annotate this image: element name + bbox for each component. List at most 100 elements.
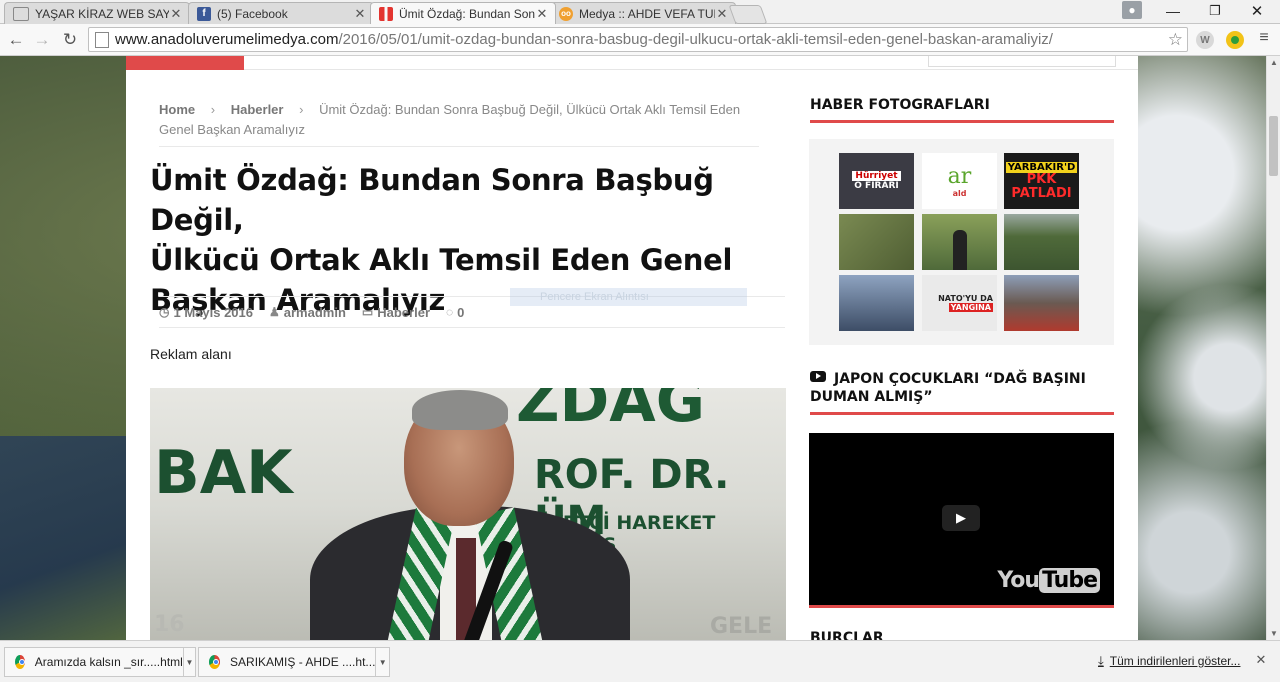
chrome-icon bbox=[15, 655, 25, 669]
thumb-caption: ar bbox=[947, 164, 972, 189]
close-shelf-icon[interactable]: ✕ bbox=[1254, 652, 1268, 668]
gallery-thumb[interactable]: Hürriyet O FİRARİ bbox=[839, 153, 914, 209]
tab-medya[interactable]: oo Medya :: AHDE VEFA TUR ✕ bbox=[550, 2, 736, 24]
youtube-logo-you: You bbox=[997, 568, 1040, 593]
menu-accent-strip bbox=[126, 56, 244, 70]
thumb-caption: PKK PATLADI bbox=[1011, 171, 1072, 201]
person-hair bbox=[412, 390, 508, 430]
banner-text: BAK bbox=[154, 438, 293, 508]
snip-overlay-text: Pencere Ekran Alıntısı bbox=[540, 291, 649, 303]
tab-yasar-kiraz[interactable]: YAŞAR KİRAZ WEB SAYFAS ✕ bbox=[4, 2, 190, 24]
banner-text: 16 bbox=[154, 612, 185, 637]
thumb-caption: YANGINA bbox=[948, 303, 993, 312]
address-bar[interactable]: www.anadoluverumelimedya.com/2016/05/01/… bbox=[88, 27, 1188, 52]
tab-title: Ümit Özdağ: Bundan Sonr bbox=[399, 6, 535, 21]
user-icon: ♟ bbox=[269, 305, 280, 319]
browser-toolbar: ← → ↻ www.anadoluverumelimedya.com/2016/… bbox=[0, 24, 1280, 56]
scroll-down-arrow-icon[interactable]: ▼ bbox=[1267, 629, 1280, 638]
banner-text: GELE bbox=[710, 614, 773, 639]
download-item[interactable]: Aramızda kalsın _sır.....html ▼ bbox=[4, 647, 196, 677]
background-satellite-left bbox=[0, 436, 126, 640]
youtube-icon bbox=[810, 371, 826, 382]
forward-arrow-icon[interactable]: → bbox=[30, 28, 54, 52]
thumb-caption: YARBAKIR'D bbox=[1005, 161, 1078, 173]
reload-icon[interactable]: ↻ bbox=[58, 28, 82, 52]
scroll-thumb[interactable] bbox=[1269, 116, 1278, 176]
close-tab-icon[interactable]: ✕ bbox=[353, 6, 367, 22]
tab-title: Medya :: AHDE VEFA TUR bbox=[579, 6, 715, 21]
scroll-up-arrow-icon[interactable]: ▲ bbox=[1267, 58, 1280, 67]
user-icon[interactable]: ● bbox=[1122, 1, 1142, 19]
thumb-caption: NATO'YU DA bbox=[938, 294, 993, 303]
green-extension-icon[interactable] bbox=[1226, 31, 1244, 49]
photo-gallery: Hürriyet O FİRARİ ar ald YARBAKIR'D PKK … bbox=[809, 139, 1114, 345]
tab-article[interactable]: Ümit Özdağ: Bundan Sonr ✕ bbox=[370, 2, 556, 24]
search-box[interactable] bbox=[928, 56, 1116, 67]
menu-icon[interactable]: ≡ bbox=[1256, 29, 1272, 47]
gallery-thumb[interactable] bbox=[1004, 275, 1079, 331]
content-panel: Home › Haberler › Ümit Özdağ: Bundan Son… bbox=[126, 56, 1138, 640]
widget-title-burclar: BURCLAR bbox=[810, 630, 884, 640]
close-tab-icon[interactable]: ✕ bbox=[715, 6, 729, 22]
article-hero-image: ZDAĞ BAK ROF. DR. ÜM İYETÇİ HAREKET PART… bbox=[150, 388, 786, 640]
gallery-thumb[interactable] bbox=[839, 275, 914, 331]
gallery-thumb[interactable]: YARBAKIR'D PKK PATLADI bbox=[1004, 153, 1079, 209]
meta-category[interactable]: ▭ Haberler bbox=[362, 305, 430, 320]
owl-icon: oo bbox=[559, 6, 573, 21]
comment-icon: ◌ bbox=[446, 305, 454, 319]
show-all-text: Tüm indirilenleri göster... bbox=[1109, 654, 1241, 668]
close-tab-icon[interactable]: ✕ bbox=[535, 6, 549, 22]
tab-strip: YAŞAR KİRAZ WEB SAYFAS ✕ f (5) Facebook … bbox=[0, 0, 1280, 24]
thumb-caption: Hürriyet bbox=[852, 171, 901, 181]
back-arrow-icon[interactable]: ← bbox=[4, 28, 28, 52]
breadcrumb-home[interactable]: Home bbox=[159, 102, 195, 117]
youtube-logo-tube: Tube bbox=[1039, 568, 1100, 593]
comments-count: 0 bbox=[457, 304, 465, 320]
ad-label: Reklam alanı bbox=[150, 346, 232, 362]
thumb-caption: ald bbox=[952, 189, 967, 198]
meta-comments[interactable]: ◌ 0 bbox=[446, 305, 464, 320]
close-window-icon[interactable]: ✕ bbox=[1242, 0, 1272, 22]
tab-title: YAŞAR KİRAZ WEB SAYFAS bbox=[35, 6, 169, 21]
clock-icon: ◷ bbox=[159, 305, 170, 319]
gallery-thumb[interactable]: ar ald bbox=[922, 153, 997, 209]
show-all-downloads-link[interactable]: ⤓ Tüm indirilenleri göster... bbox=[1098, 653, 1240, 669]
download-shelf: Aramızda kalsın _sır.....html ▼ SARIKAMI… bbox=[0, 640, 1280, 682]
tab-title: (5) Facebook bbox=[217, 6, 288, 21]
meta-author[interactable]: ♟ armadmin bbox=[269, 305, 346, 320]
meta-date: ◷ 1 Mayıs 2016 bbox=[159, 305, 253, 320]
new-tab-button[interactable] bbox=[728, 5, 768, 24]
video-player[interactable]: ▶ You Tube bbox=[809, 433, 1114, 608]
author-text: armadmin bbox=[283, 304, 346, 320]
chevron-down-icon[interactable]: ▼ bbox=[375, 648, 389, 676]
page-viewport: Home › Haberler › Ümit Özdağ: Bundan Son… bbox=[0, 56, 1266, 640]
thumb-caption: O FİRARİ bbox=[854, 181, 899, 191]
widget-title-video: JAPON ÇOCUKLARI “DAĞ BAŞINI DUMAN ALMIŞ” bbox=[810, 370, 1114, 415]
widget-title-photos: HABER FOTOGRAFLARI bbox=[810, 96, 1114, 123]
url-text: www.anadoluverumelimedya.com/2016/05/01/… bbox=[115, 31, 1053, 48]
gallery-thumb[interactable] bbox=[1004, 214, 1079, 270]
close-tab-icon[interactable]: ✕ bbox=[169, 6, 183, 22]
gallery-thumb[interactable] bbox=[922, 214, 997, 270]
w-extension-icon[interactable]: W bbox=[1196, 31, 1214, 49]
breadcrumb-separator: › bbox=[210, 102, 216, 117]
gallery-thumb[interactable]: NATO'YU DA YANGINA bbox=[922, 275, 997, 331]
breadcrumb-section[interactable]: Haberler bbox=[231, 102, 284, 117]
page-scrollbar[interactable]: ▲ ▼ bbox=[1266, 56, 1280, 640]
gallery-thumb[interactable] bbox=[839, 214, 914, 270]
divider bbox=[244, 69, 1138, 70]
chrome-icon bbox=[209, 655, 221, 669]
tab-facebook[interactable]: f (5) Facebook ✕ bbox=[188, 2, 374, 24]
download-item[interactable]: SARIKAMIŞ - AHDE ....ht... ▼ bbox=[198, 647, 390, 677]
minimize-icon[interactable]: — bbox=[1158, 0, 1188, 22]
category-text: Haberler bbox=[377, 304, 430, 320]
title-line: Ülkücü Ortak Aklı Temsil Eden Genel bbox=[150, 243, 733, 277]
facebook-icon: f bbox=[197, 6, 211, 21]
star-bookmark-icon[interactable]: ☆ bbox=[1168, 30, 1183, 50]
play-icon[interactable]: ▶ bbox=[942, 505, 980, 531]
banner-text: ZDAĞ bbox=[516, 388, 705, 436]
youtube-logo: You Tube bbox=[997, 568, 1100, 593]
maximize-icon[interactable]: ❐ bbox=[1200, 0, 1230, 22]
background-satellite-right bbox=[1138, 56, 1266, 640]
chevron-down-icon[interactable]: ▼ bbox=[182, 648, 195, 676]
